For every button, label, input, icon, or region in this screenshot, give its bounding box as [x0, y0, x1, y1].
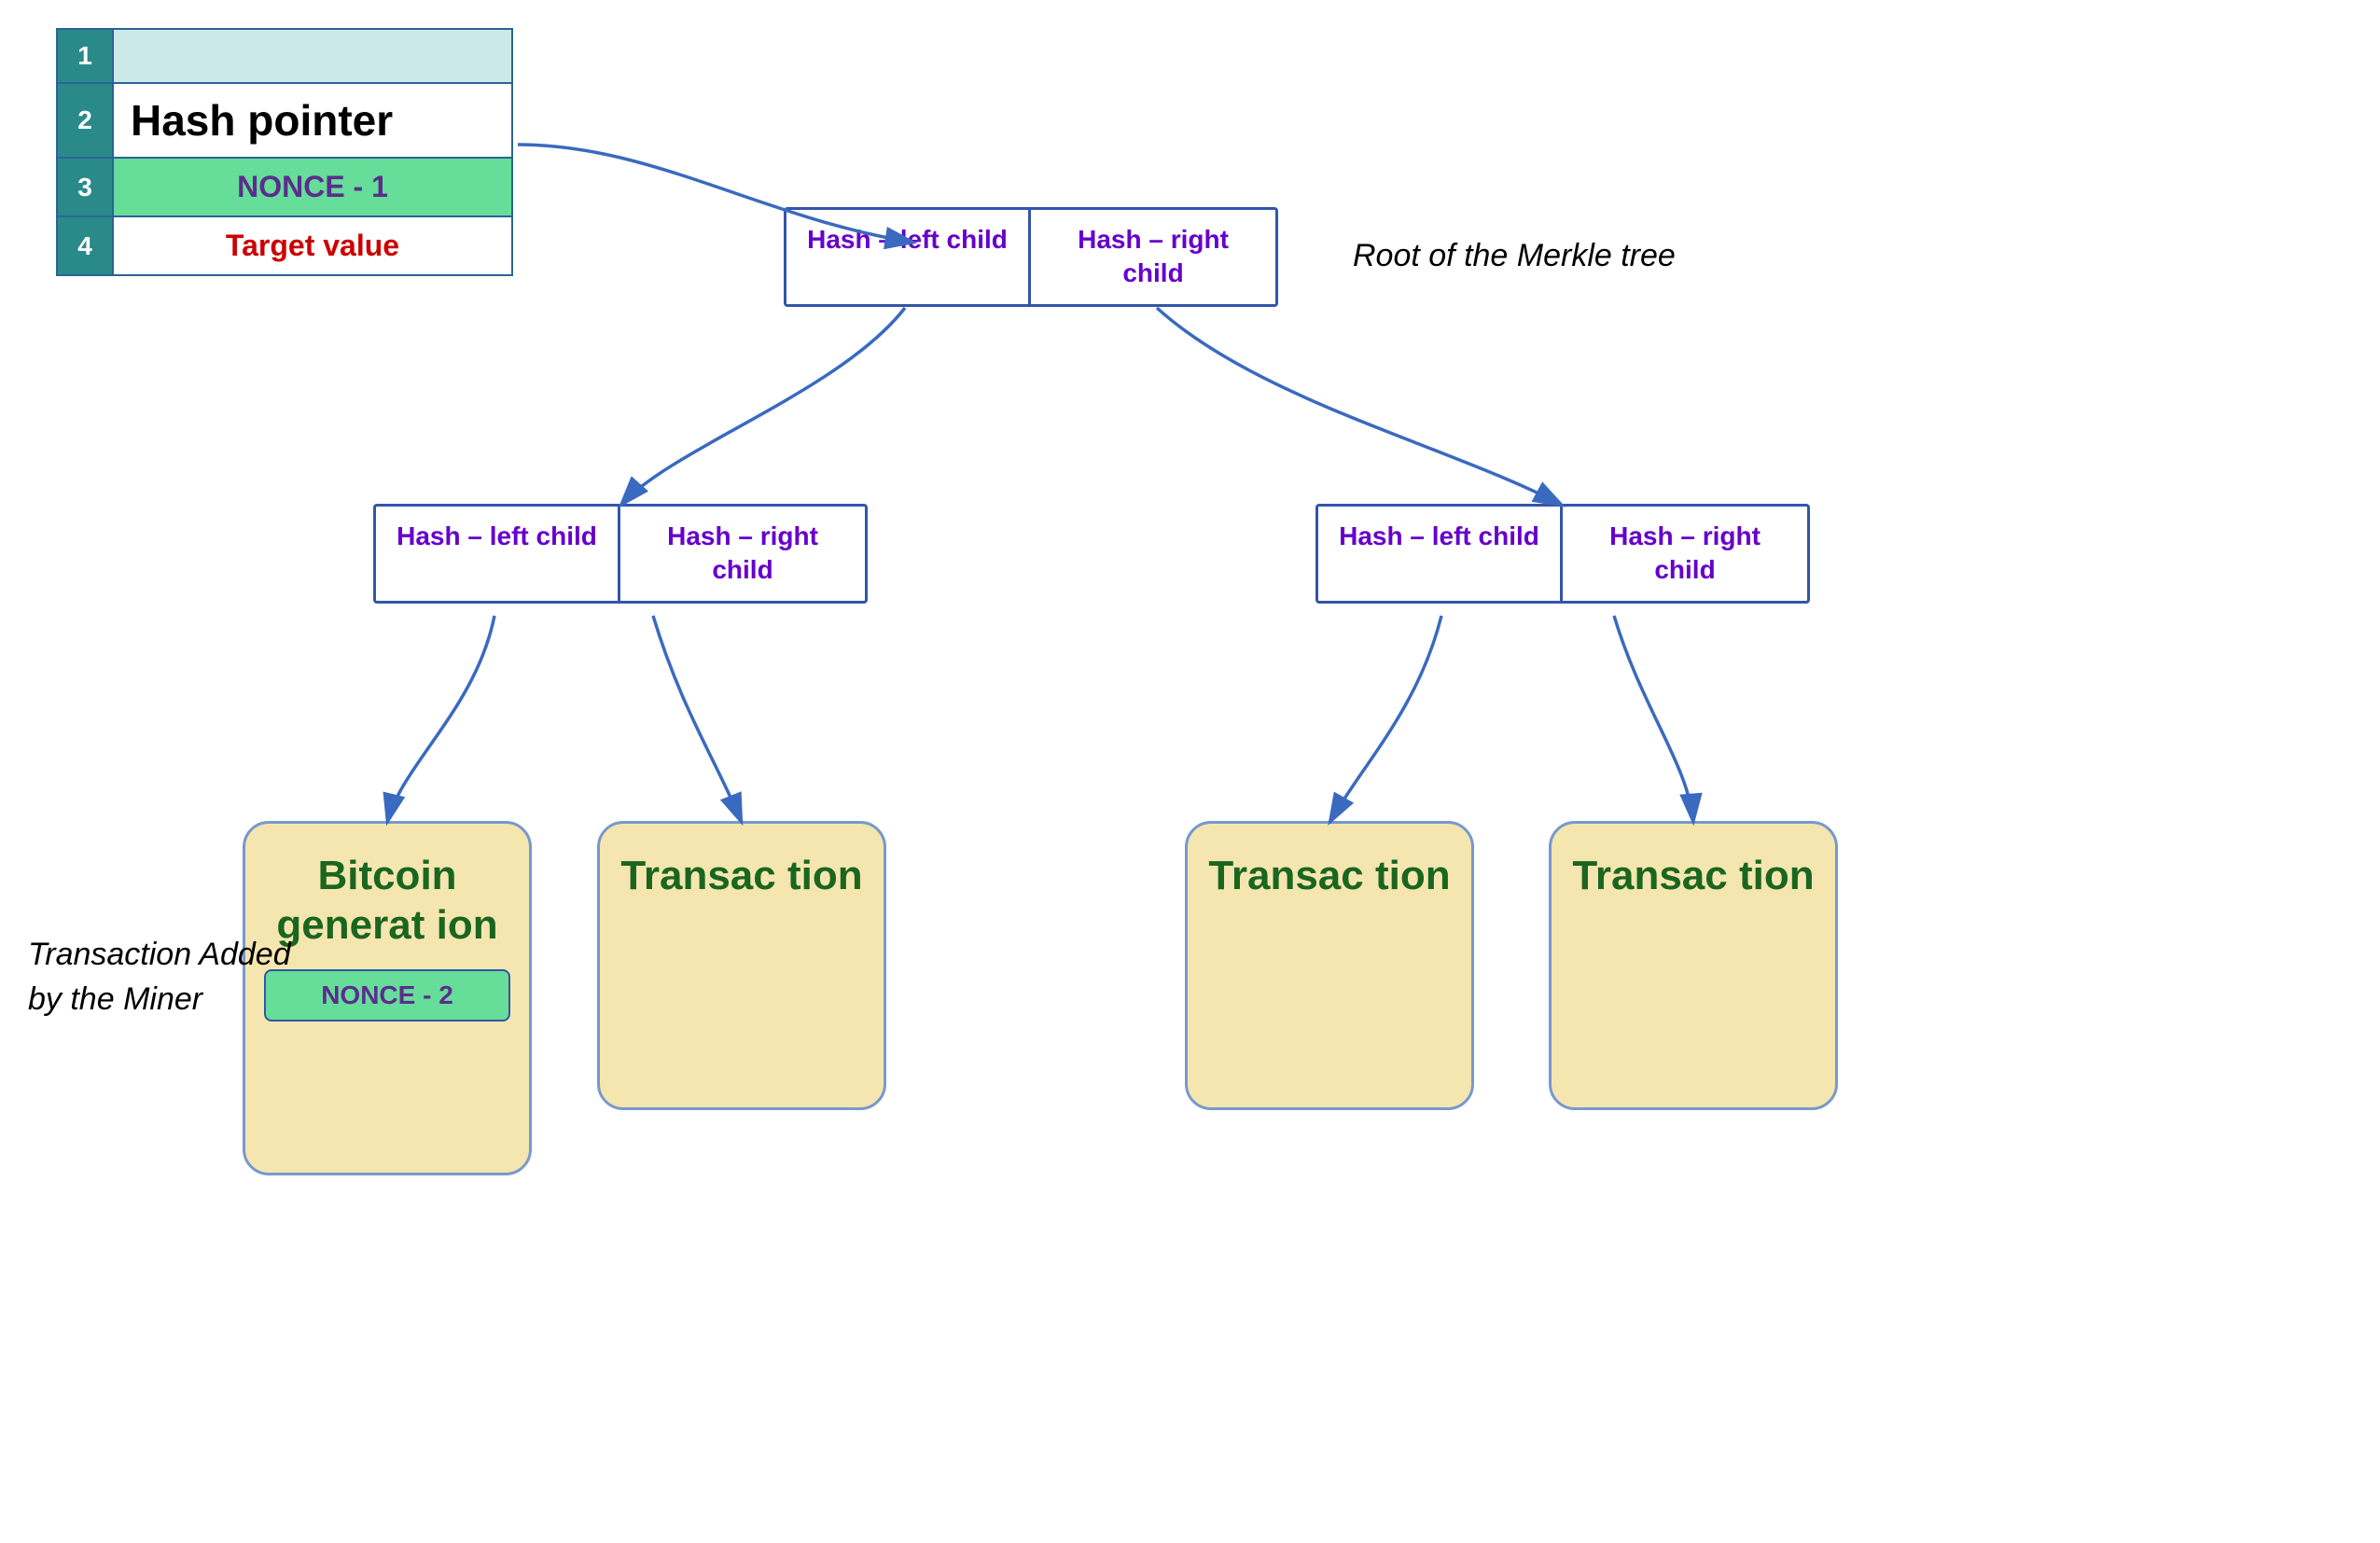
tx-label-4: Transac tion [1553, 824, 1832, 920]
miner-label: Transaction Addedby the Miner [28, 933, 291, 1022]
root-right-cell: Hash – right child [1031, 210, 1275, 304]
tx-label-2: Transac tion [602, 824, 881, 920]
row-2-num: 2 [57, 83, 113, 158]
row-4-content: Target value [113, 216, 512, 275]
mid-right-left-cell: Hash – left child [1318, 507, 1563, 601]
block-table: 1 2 Hash pointer 3 NONCE - 1 4 Target va… [56, 28, 513, 276]
row-1-num: 1 [57, 29, 113, 83]
row-3-content: NONCE - 1 [113, 158, 512, 216]
tx-node-4: Transac tion [1549, 821, 1838, 1110]
tx-node-3: Transac tion [1185, 821, 1474, 1110]
row-1-content [113, 29, 512, 83]
mid-right-node: Hash – left child Hash – right child [1315, 504, 1810, 604]
tx-node-2: Transac tion [597, 821, 886, 1110]
mid-left-right-cell: Hash – right child [620, 507, 865, 601]
root-label: Root of the Merkle tree [1353, 238, 1676, 274]
tx-label-3: Transac tion [1190, 824, 1468, 920]
row-3-num: 3 [57, 158, 113, 216]
mid-left-node: Hash – left child Hash – right child [373, 504, 868, 604]
root-left-cell: Hash – left child [786, 210, 1031, 304]
row-2-content: Hash pointer [113, 83, 512, 158]
mid-right-right-cell: Hash – right child [1563, 507, 1807, 601]
nonce-box-2: NONCE - 2 [264, 969, 510, 1022]
row-4-num: 4 [57, 216, 113, 275]
mid-left-left-cell: Hash – left child [376, 507, 620, 601]
root-node: Hash – left child Hash – right child [784, 207, 1278, 307]
